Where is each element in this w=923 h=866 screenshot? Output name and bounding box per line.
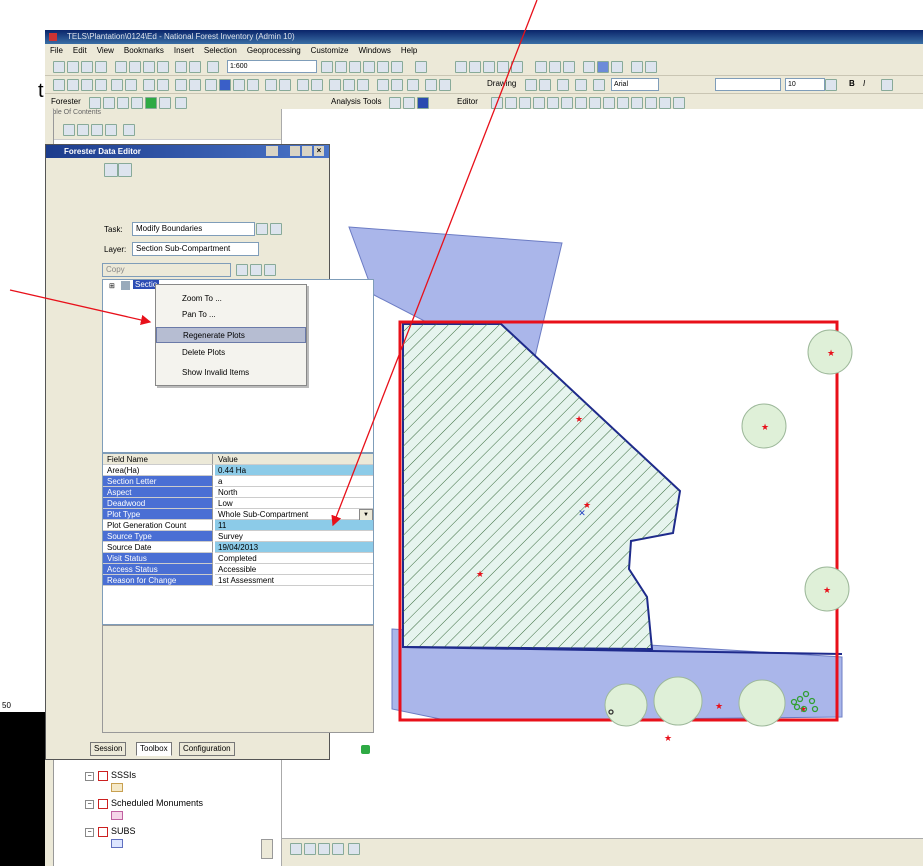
annotation-overlay (9, 0, 538, 527)
left-black-panel (0, 712, 45, 866)
annotation-arrow-to-plot-type (331, 0, 538, 527)
annotation-arrow-to-map (9, 289, 152, 326)
side-number: 50 (2, 701, 11, 710)
